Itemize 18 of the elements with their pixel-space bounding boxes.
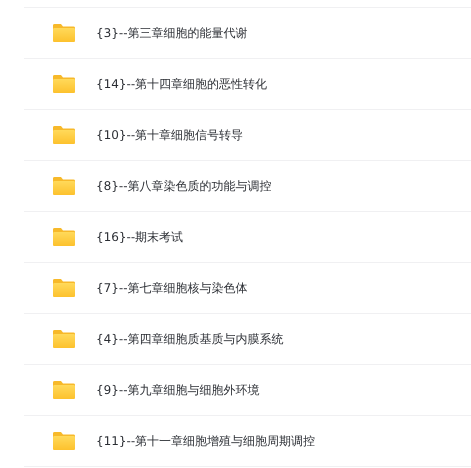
folder-name[interactable]: {8}--第八章染色质的功能与调控 xyxy=(96,178,272,194)
folder-name[interactable]: {3}--第三章细胞的能量代谢 xyxy=(96,24,248,42)
folder-icon xyxy=(52,227,76,247)
folder-name[interactable]: {16}--期末考试 xyxy=(96,228,184,246)
folder-icon xyxy=(52,125,76,145)
folder-icon xyxy=(52,176,76,196)
folder-name[interactable]: {10}--第十章细胞信号转导 xyxy=(96,126,244,144)
folder-name[interactable]: {7}--第七章细胞核与染色体 xyxy=(96,280,248,296)
folder-icon xyxy=(52,23,76,43)
folder-icon xyxy=(52,329,76,349)
folder-icon xyxy=(52,74,76,94)
folder-name[interactable]: {9}--第九章细胞与细胞外环境 xyxy=(96,382,260,398)
folder-icon xyxy=(52,431,76,451)
folder-icon xyxy=(52,380,76,400)
folder-icon xyxy=(52,278,76,298)
folder-name[interactable]: {4}--第四章细胞质基质与内膜系统 xyxy=(96,330,284,348)
folder-name[interactable]: {14}--第十四章细胞的恶性转化 xyxy=(96,76,268,92)
folder-name[interactable]: {11}--第十一章细胞增殖与细胞周期调控 xyxy=(96,432,316,450)
